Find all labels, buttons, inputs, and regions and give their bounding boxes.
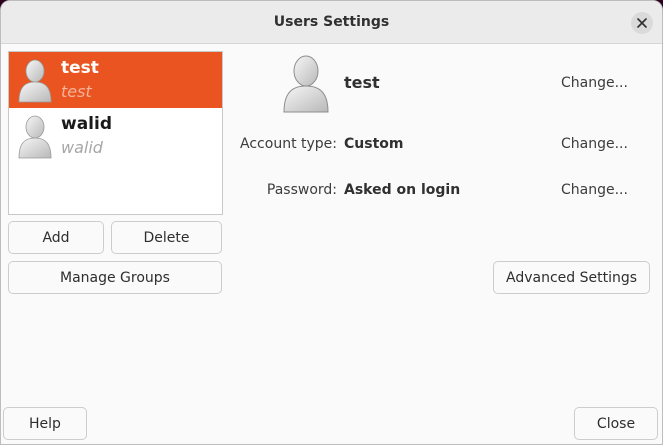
selected-username: test [344,73,380,92]
close-button[interactable]: Close [574,407,658,440]
user-list: test test walid walid [8,51,223,215]
account-type-label: Account type: [240,136,337,152]
close-window-button[interactable] [631,12,653,34]
help-button[interactable]: Help [3,407,87,440]
delete-user-button[interactable]: Delete [111,221,222,254]
user-avatar-icon [18,59,52,103]
password-value: Asked on login [344,182,461,198]
password-label: Password: [266,182,337,198]
advanced-settings-button[interactable]: Advanced Settings [493,261,650,294]
user-avatar-icon [18,115,52,159]
add-user-button[interactable]: Add [8,221,104,254]
user-fullname: walid [61,138,103,157]
user-list-item-walid[interactable]: walid walid [9,108,222,164]
user-fullname: test [61,82,92,101]
user-username: test [61,58,99,78]
change-username-link[interactable]: Change... [561,75,628,91]
change-account-type-link[interactable]: Change... [561,136,628,152]
close-icon [637,18,647,28]
titlebar: Users Settings [1,1,662,44]
user-list-item-test[interactable]: test test [9,52,222,108]
change-password-link[interactable]: Change... [561,182,628,198]
users-settings-window: Users Settings test test walid walid Add… [0,0,663,445]
account-type-value: Custom [344,136,404,152]
manage-groups-button[interactable]: Manage Groups [8,261,222,294]
window-title: Users Settings [273,14,390,30]
selected-user-avatar-icon [283,55,329,113]
user-username: walid [61,114,112,134]
